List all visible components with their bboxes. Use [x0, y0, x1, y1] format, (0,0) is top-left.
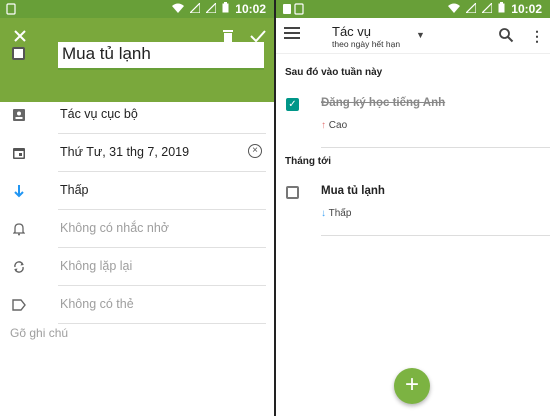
row-divider — [58, 323, 266, 324]
priority-label: Cao — [328, 120, 348, 131]
signal-icon-2 — [204, 1, 217, 16]
due-date: Thứ Tư, 31 thg 7, 2019 — [60, 145, 190, 159]
section-header: Sau đó vào tuần này — [285, 67, 383, 78]
priority-label: Thấp — [328, 208, 352, 219]
task-name: Đăng ký học tiếng Anh — [321, 97, 446, 109]
list-icon — [10, 106, 28, 124]
task-priority: ↓ Thấp — [321, 208, 351, 219]
sort-dropdown-icon[interactable]: ▼ — [416, 30, 425, 40]
clock: 10:02 — [511, 2, 542, 16]
battery-icon — [498, 2, 505, 16]
signal-icon — [188, 1, 201, 16]
task-item[interactable]: ✓ Đăng ký học tiếng Anh ↑ Cao — [276, 90, 550, 148]
arrow-down-icon: ↓ — [321, 208, 326, 219]
list-row[interactable]: Tác vụ cục bộ — [0, 96, 274, 134]
repeat-icon — [10, 258, 28, 276]
task-item[interactable]: Mua tủ lạnh ↓ Thấp — [276, 178, 550, 236]
bell-icon — [10, 220, 28, 238]
reminder-row[interactable]: Không có nhắc nhở — [0, 210, 274, 248]
list-toolbar: Tác vụ theo ngày hết hạn ▼ ⋮ — [276, 18, 550, 54]
calendar-icon — [10, 144, 28, 162]
list-name: Tác vụ cục bộ — [60, 107, 138, 121]
priority-value: Thấp — [60, 183, 89, 197]
clock: 10:02 — [235, 2, 266, 16]
task-divider — [321, 235, 550, 236]
arrow-down-icon — [10, 182, 28, 200]
task-edit-screen: 10:02 Mua tủ lạnh Tác vụ cục bộ Thứ Tư, … — [0, 0, 274, 416]
tags-row[interactable]: Không có thẻ — [0, 286, 274, 324]
status-bar: 10:02 — [276, 0, 550, 18]
add-task-button[interactable]: + — [394, 368, 430, 404]
clear-date-icon[interactable]: × — [248, 144, 262, 158]
sort-subtitle: theo ngày hết hạn — [332, 39, 401, 49]
signal-icon — [464, 1, 477, 16]
search-icon[interactable] — [498, 27, 516, 45]
due-date-row[interactable]: Thứ Tư, 31 thg 7, 2019 × — [0, 134, 274, 172]
task-list-screen: 10:02 Tác vụ theo ngày hết hạn ▼ ⋮ Sau đ… — [276, 0, 550, 416]
more-options-icon[interactable]: ⋮ — [530, 27, 544, 45]
title-input[interactable]: Mua tủ lạnh — [58, 42, 264, 70]
wifi-icon — [172, 3, 185, 16]
task-checkbox-checked[interactable]: ✓ — [286, 98, 299, 111]
notes-input[interactable]: Gõ ghi chú — [10, 326, 68, 340]
tags-value: Không có thẻ — [60, 297, 134, 311]
close-icon[interactable] — [8, 24, 32, 48]
complete-checkbox[interactable] — [12, 47, 25, 60]
task-divider — [321, 147, 550, 148]
title-underline — [58, 68, 264, 70]
menu-icon[interactable] — [284, 27, 300, 43]
tag-icon — [10, 296, 28, 314]
battery-icon — [222, 2, 229, 16]
task-priority: ↑ Cao — [321, 120, 347, 131]
image-notification-icon — [282, 3, 304, 18]
arrow-up-icon: ↑ — [321, 120, 326, 131]
page-title: Tác vụ — [332, 24, 372, 39]
task-name: Mua tủ lạnh — [321, 185, 385, 197]
signal-icon-2 — [480, 1, 493, 16]
repeat-value: Không lặp lại — [60, 259, 133, 273]
notification-icon — [6, 3, 16, 18]
title-input-text[interactable]: Mua tủ lạnh — [62, 44, 151, 64]
wifi-icon — [448, 3, 461, 16]
repeat-row[interactable]: Không lặp lại — [0, 248, 274, 286]
status-bar: 10:02 — [0, 0, 274, 18]
reminder-value: Không có nhắc nhở — [60, 221, 169, 235]
task-checkbox[interactable] — [286, 186, 299, 199]
priority-row[interactable]: Thấp — [0, 172, 274, 210]
section-header: Tháng tới — [285, 156, 331, 167]
